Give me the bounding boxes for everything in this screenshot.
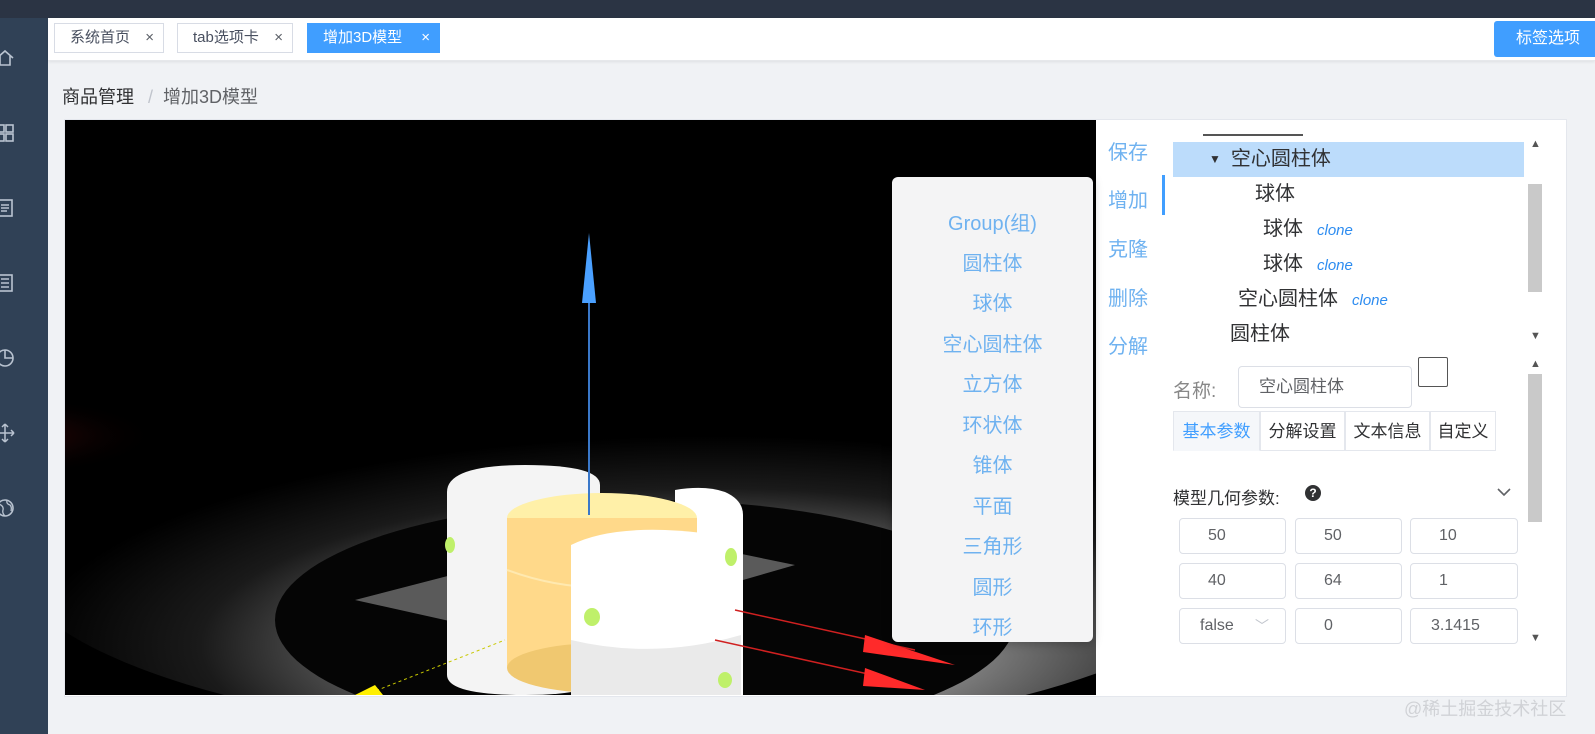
close-icon[interactable]: × xyxy=(145,24,154,52)
breadcrumb-root[interactable]: 商品管理 xyxy=(62,87,134,107)
tree-node[interactable]: 球体 clone xyxy=(1173,212,1524,247)
tab-label: tab选项卡 xyxy=(193,29,259,46)
chevron-down-icon[interactable] xyxy=(1494,482,1514,502)
clone-tag: clone xyxy=(1352,292,1388,309)
close-icon[interactable]: × xyxy=(421,24,430,52)
tree-node[interactable]: 空心圆柱体 clone xyxy=(1173,282,1524,317)
menu-item-group[interactable]: Group(组) xyxy=(892,207,1093,236)
tag-options-button[interactable]: 标签选项 xyxy=(1494,21,1595,57)
clipped-row xyxy=(1203,132,1303,136)
menu-item-cylinder[interactable]: 圆柱体 xyxy=(892,247,1093,276)
tree-node-label: 球体 xyxy=(1255,183,1295,205)
param-field[interactable]: 0 xyxy=(1295,608,1402,644)
model-tree: ▼ 空心圆柱体 球体 球体 clone 球体 clone 空心圆柱体 clone 圆柱体 xyxy=(1173,132,1524,348)
globe-icon[interactable] xyxy=(0,497,16,519)
tab-decompose-settings[interactable]: 分解设置 xyxy=(1260,411,1345,451)
sphere-model xyxy=(725,548,737,566)
chevron-down-icon: ﹀ xyxy=(1255,618,1269,634)
tab-basic-params[interactable]: 基本参数 xyxy=(1173,411,1260,451)
menu-item-triangle[interactable]: 三角形 xyxy=(892,530,1093,559)
caret-down-icon[interactable]: ▼ xyxy=(1209,142,1221,177)
add-model-menu: Group(组) 圆柱体 球体 空心圆柱体 立方体 环状体 锥体 平面 三角形 … xyxy=(892,177,1093,642)
clone-button[interactable]: 克隆 xyxy=(1108,233,1148,262)
menu-item-sphere[interactable]: 球体 xyxy=(892,287,1093,316)
tree-node[interactable]: 球体 clone xyxy=(1173,247,1524,282)
scroll-down-icon[interactable]: ▼ xyxy=(1530,632,1541,644)
tree-node-label: 球体 xyxy=(1263,253,1303,275)
tab-text-info[interactable]: 文本信息 xyxy=(1345,411,1430,451)
props-scrollbar[interactable]: ▲ ▼ xyxy=(1526,352,1544,692)
add-button[interactable]: 增加 xyxy=(1108,184,1148,213)
menu-item-cube[interactable]: 立方体 xyxy=(892,368,1093,397)
menu-item-cone[interactable]: 锥体 xyxy=(892,449,1093,478)
home-icon[interactable] xyxy=(0,47,16,69)
close-icon[interactable]: × xyxy=(274,24,283,52)
menu-item-torus[interactable]: 环状体 xyxy=(892,409,1093,438)
menu-item-hollow-cylinder[interactable]: 空心圆柱体 xyxy=(892,328,1093,357)
active-action-indicator xyxy=(1162,175,1165,215)
sphere-model xyxy=(445,537,455,553)
breadcrumb: 商品管理 / 增加3D模型 xyxy=(62,83,258,109)
tree-node[interactable]: ▼ 空心圆柱体 xyxy=(1173,142,1524,177)
tab-bar: 系统首页 × tab选项卡 × 增加3D模型 × 标签选项 xyxy=(48,18,1595,61)
param-field[interactable]: 40 xyxy=(1179,563,1286,599)
param-field[interactable]: 10 xyxy=(1410,518,1518,554)
tree-node[interactable]: 圆柱体 xyxy=(1173,317,1524,348)
save-button[interactable]: 保存 xyxy=(1108,136,1148,165)
tab-add-3d-model[interactable]: 增加3D模型 × xyxy=(307,23,440,53)
tab-home[interactable]: 系统首页 × xyxy=(54,23,164,53)
tab-label: 系统首页 xyxy=(70,29,131,46)
name-input[interactable]: 空心圆柱体 xyxy=(1238,366,1412,408)
top-strip xyxy=(0,0,1595,18)
menu-item-circle[interactable]: 圆形 xyxy=(892,571,1093,600)
tree-node-label: 空心圆柱体 xyxy=(1238,288,1338,310)
tree-node[interactable]: 球体 xyxy=(1173,177,1524,212)
param-field[interactable]: 50 xyxy=(1295,518,1402,554)
menu-item-ring[interactable]: 环形 xyxy=(892,611,1093,640)
delete-button[interactable]: 删除 xyxy=(1108,282,1148,311)
list-icon[interactable] xyxy=(0,272,16,294)
param-select[interactable]: false ﹀ xyxy=(1179,608,1286,644)
sphere-model xyxy=(584,608,600,626)
decompose-button[interactable]: 分解 xyxy=(1108,330,1148,359)
tab-custom[interactable]: 自定义 xyxy=(1430,411,1496,451)
breadcrumb-current: 增加3D模型 xyxy=(163,87,259,107)
tree-node-label: 圆柱体 xyxy=(1230,323,1290,345)
color-picker[interactable] xyxy=(1418,357,1448,387)
move-icon[interactable] xyxy=(0,422,16,444)
param-field[interactable]: 3.1415 xyxy=(1410,608,1518,644)
tab-tab-card[interactable]: tab选项卡 × xyxy=(177,23,293,53)
clone-tag: clone xyxy=(1317,257,1353,274)
menu-item-plane[interactable]: 平面 xyxy=(892,490,1093,519)
scroll-down-icon[interactable]: ▼ xyxy=(1530,330,1541,342)
scroll-up-icon[interactable]: ▲ xyxy=(1530,358,1541,370)
scroll-up-icon[interactable]: ▲ xyxy=(1530,138,1541,150)
help-icon[interactable]: ? xyxy=(1305,485,1321,501)
tree-node-label: 空心圆柱体 xyxy=(1230,148,1331,170)
pie-chart-icon[interactable] xyxy=(0,347,16,369)
watermark: @稀土掘金技术社区 xyxy=(1404,699,1567,719)
param-select-value: false xyxy=(1200,617,1234,634)
sphere-model xyxy=(718,672,732,688)
tree-node-label: 球体 xyxy=(1263,218,1303,240)
geometry-params-label: 模型几何参数: xyxy=(1173,489,1280,508)
tree-scrollbar[interactable]: ▲ ▼ xyxy=(1526,132,1544,348)
document-icon[interactable] xyxy=(0,197,16,219)
name-label: 名称: xyxy=(1173,381,1217,402)
sidebar xyxy=(0,18,48,734)
grid-icon[interactable] xyxy=(0,122,16,144)
param-field[interactable]: 64 xyxy=(1295,563,1402,599)
tab-label: 增加3D模型 xyxy=(323,29,403,46)
param-field[interactable]: 1 xyxy=(1410,563,1518,599)
clone-tag: clone xyxy=(1317,222,1353,239)
scrollbar-thumb[interactable] xyxy=(1528,374,1542,522)
scrollbar-thumb[interactable] xyxy=(1528,184,1542,292)
breadcrumb-separator: / xyxy=(148,87,154,107)
param-field[interactable]: 50 xyxy=(1179,518,1286,554)
